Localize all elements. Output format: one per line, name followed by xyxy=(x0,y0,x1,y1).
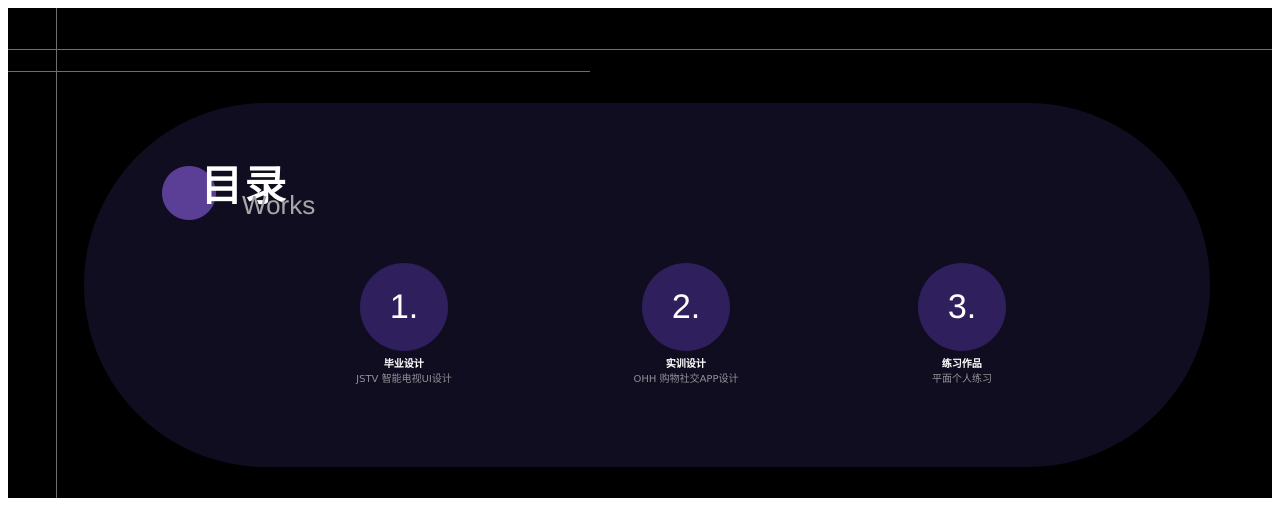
item-number: 1. xyxy=(389,288,419,326)
guide-line-vertical xyxy=(56,8,57,498)
item-title: 实训设计 xyxy=(666,359,706,370)
contents-item-3[interactable]: 3. 练习作品 平面个人练习 xyxy=(842,263,1082,387)
item-title: 毕业设计 xyxy=(384,359,424,370)
slide-canvas: 目录 Works 1. 毕业设计 JSTV 智能电视UI设计 2. 实训设计 O… xyxy=(8,8,1272,498)
number-circle: 2. xyxy=(642,263,730,351)
contents-item-1[interactable]: 1. 毕业设计 JSTV 智能电视UI设计 xyxy=(284,263,524,387)
number-circle: 3. xyxy=(918,263,1006,351)
item-number: 3. xyxy=(947,288,977,326)
number-circle: 1. xyxy=(360,263,448,351)
item-title: 练习作品 xyxy=(942,359,982,370)
item-subtitle: JSTV 智能电视UI设计 xyxy=(356,374,452,385)
guide-line-horizontal-top xyxy=(8,49,1272,50)
item-subtitle: 平面个人练习 xyxy=(932,374,992,385)
item-subtitle: OHH 购物社交APP设计 xyxy=(633,374,739,385)
page-subtitle: Works xyxy=(242,190,316,220)
item-number: 2. xyxy=(671,288,701,326)
guide-line-horizontal-short xyxy=(8,71,590,72)
contents-item-2[interactable]: 2. 实训设计 OHH 购物社交APP设计 xyxy=(566,263,806,387)
